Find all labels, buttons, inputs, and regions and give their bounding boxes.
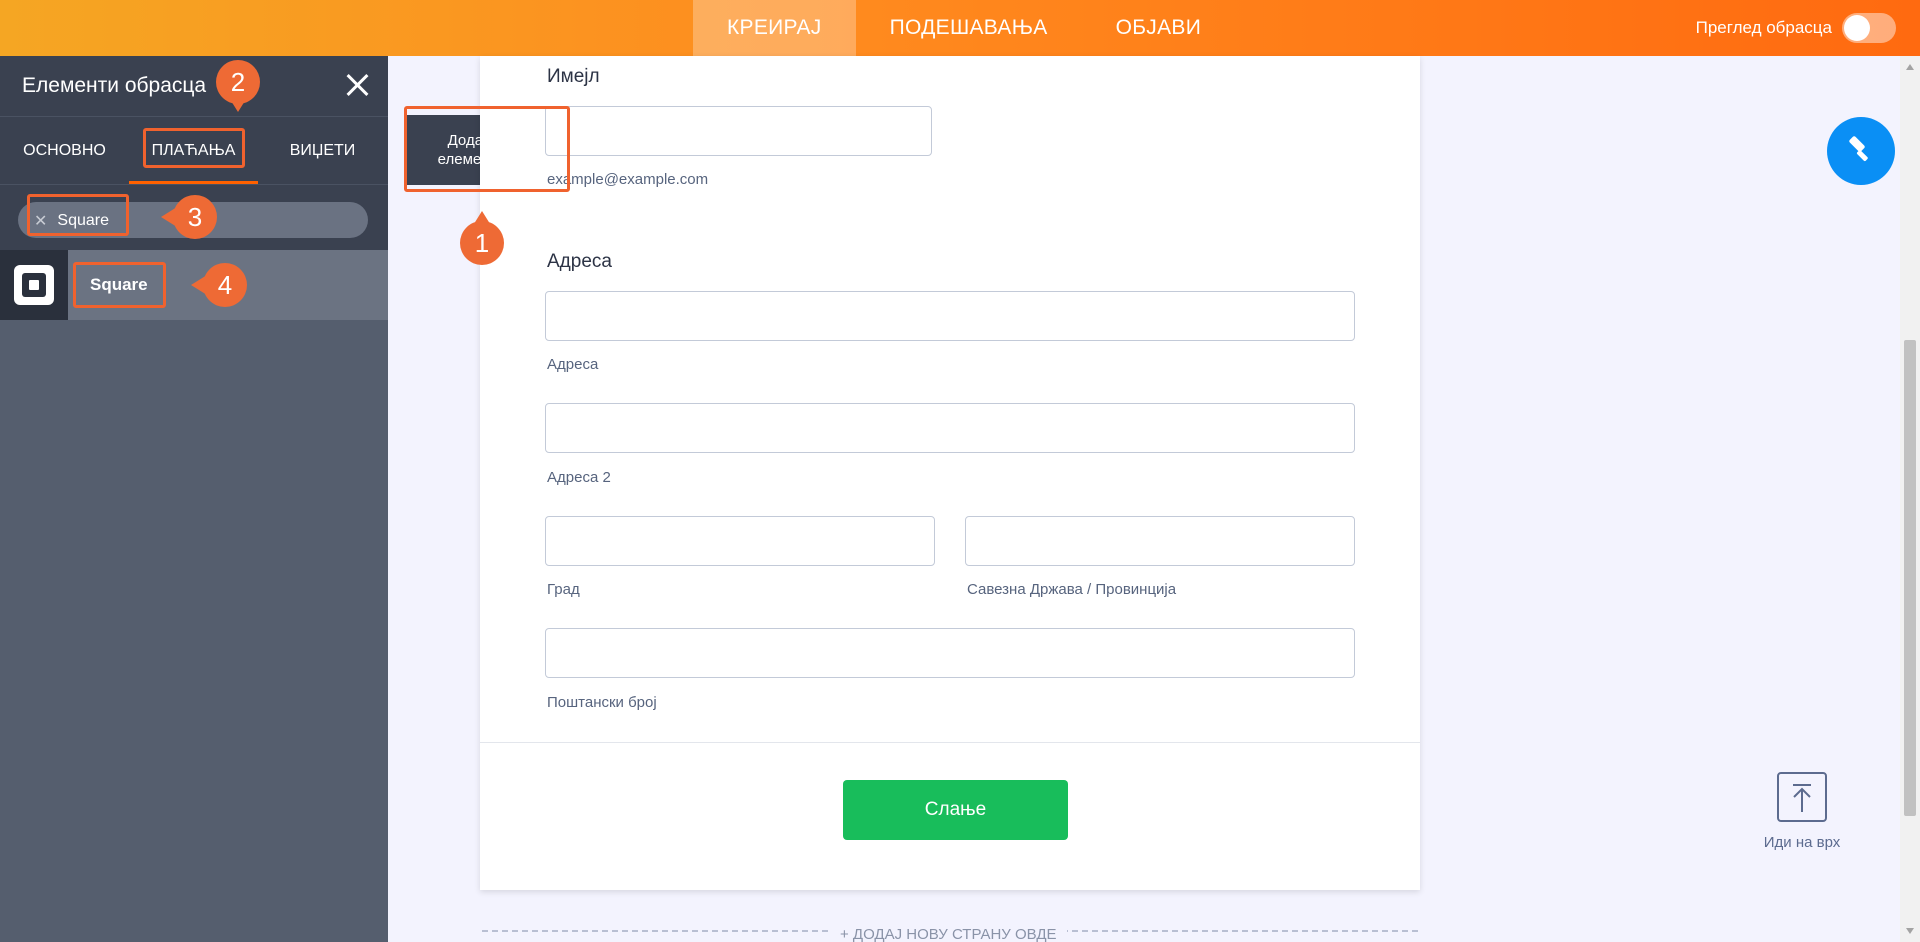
city-sublabel: Град xyxy=(547,581,580,598)
scrollbar-thumb[interactable] xyxy=(1904,340,1916,816)
address-line1-field[interactable] xyxy=(545,291,1355,341)
tab-settings[interactable]: ПОДЕШАВАЊА xyxy=(856,0,1082,56)
annotation-badge-3: 3 xyxy=(161,195,217,239)
state-sublabel: Савезна Држава / Провинција xyxy=(967,581,1177,598)
panel-title: Елементи обрасца xyxy=(22,74,207,97)
form-card: Имејл example@example.com Адреса Адреса … xyxy=(480,56,1420,890)
state-field[interactable] xyxy=(965,516,1355,566)
email-field[interactable] xyxy=(545,106,932,156)
badge-pointer xyxy=(228,96,248,112)
form-divider xyxy=(480,742,1420,743)
paint-roller-icon xyxy=(1849,136,1868,162)
annotation-badge-2: 2 xyxy=(216,60,260,112)
email-sublabel: example@example.com xyxy=(547,171,709,188)
form-preview: Преглед обрасца xyxy=(1696,0,1896,56)
top-navigation-bar: КРЕИРАЈ ПОДЕШАВАЊА ОБЈАВИ Преглед обрасц… xyxy=(0,0,1920,56)
badge-pointer xyxy=(191,275,207,295)
element-icon-box xyxy=(0,250,68,320)
highlight-payments-tab xyxy=(143,128,245,168)
postal-code-sublabel: Поштански број xyxy=(547,694,657,711)
address-line2-field[interactable] xyxy=(545,403,1355,453)
tab-publish[interactable]: ОБЈАВИ xyxy=(1082,0,1236,56)
annotation-badge-1: 1 xyxy=(460,211,504,265)
panel-header: Елементи обрасца xyxy=(0,56,388,116)
toggle-knob xyxy=(1844,15,1870,41)
tab-create[interactable]: КРЕИРАЈ xyxy=(693,0,856,56)
address-line2-sublabel: Адреса 2 xyxy=(547,469,611,486)
scroll-down-icon[interactable] xyxy=(1906,928,1914,934)
address-label: Адреса xyxy=(547,251,612,272)
highlight-square-item xyxy=(73,262,166,308)
go-to-top-label: Иди на врх xyxy=(1763,834,1841,851)
page-scrollbar[interactable] xyxy=(1900,56,1920,942)
tab-widgets[interactable]: ВИЏЕТИ xyxy=(258,117,387,185)
highlight-add-element xyxy=(404,106,570,192)
address-line1-sublabel: Адреса xyxy=(547,356,599,373)
main-nav: КРЕИРАЈ ПОДЕШАВАЊА ОБЈАВИ xyxy=(693,0,1235,56)
form-elements-panel: Елементи обрасца ОСНОВНО ПЛАЋАЊА ВИЏЕТИ … xyxy=(0,56,388,942)
form-designer-button[interactable] xyxy=(1827,117,1895,185)
tab-basic[interactable]: ОСНОВНО xyxy=(0,117,129,185)
form-preview-label: Преглед обрасца xyxy=(1695,18,1832,37)
arrow-up-icon xyxy=(1777,772,1827,822)
form-preview-toggle[interactable] xyxy=(1842,13,1896,43)
badge-pointer xyxy=(472,211,492,227)
go-to-top[interactable]: Иди на врх xyxy=(1759,772,1845,851)
square-logo-icon xyxy=(14,265,54,305)
postal-code-field[interactable] xyxy=(545,628,1355,678)
submit-button[interactable]: Слање xyxy=(843,780,1068,840)
city-field[interactable] xyxy=(545,516,935,566)
badge-pointer xyxy=(161,207,177,227)
close-icon[interactable] xyxy=(342,70,372,100)
add-page-link[interactable]: + ДОДАЈ НОВУ СТРАНУ ОВДЕ xyxy=(830,926,1067,942)
email-label: Имејл xyxy=(547,66,600,87)
annotation-badge-4: 4 xyxy=(191,263,247,307)
highlight-search-chip xyxy=(27,194,129,236)
scroll-up-icon[interactable] xyxy=(1906,64,1914,70)
